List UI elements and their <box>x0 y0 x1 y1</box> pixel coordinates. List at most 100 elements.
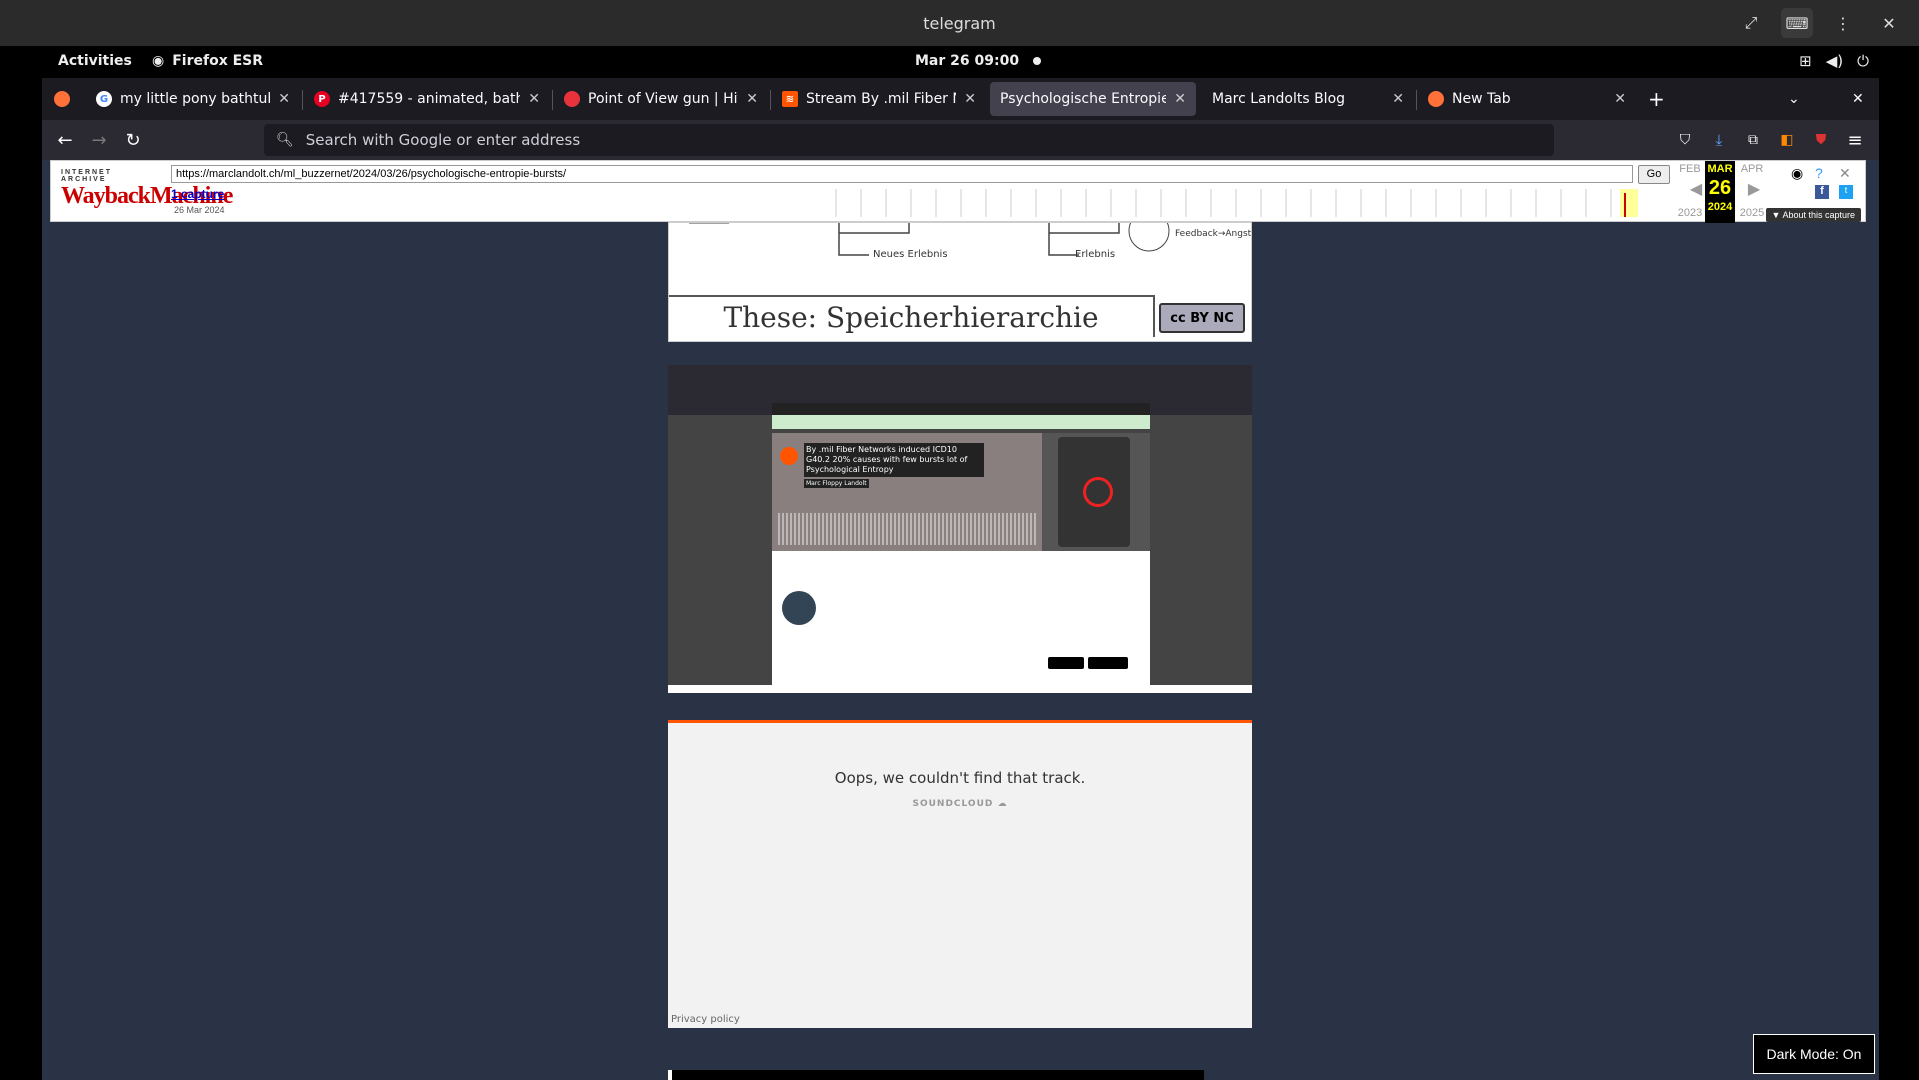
activities-button[interactable]: Activities <box>58 53 132 69</box>
prev-year: 2023 <box>1677 207 1703 219</box>
capture-date: 26 Mar 2024 <box>174 205 225 215</box>
volume-icon: ◀) <box>1825 52 1844 70</box>
sketch-label: Neues Erlebnis <box>873 249 948 260</box>
tab-close-icon[interactable]: ✕ <box>746 91 758 107</box>
tab-3[interactable]: ≋ Stream By .mil Fiber Netw ✕ <box>772 82 986 116</box>
address-bar[interactable]: 🔍︎ Search with Google or enter address <box>264 124 1554 156</box>
track-not-found-message: Oops, we couldn't find that track. <box>834 769 1086 787</box>
prev-capture-arrow-icon[interactable]: ◀ <box>1681 179 1711 199</box>
list-tabs-button[interactable]: ⌄ <box>1778 82 1810 116</box>
window-title: telegram <box>923 13 996 33</box>
navigation-toolbar: ← → ↻ 🔍︎ Search with Google or enter add… <box>42 120 1879 160</box>
tab-5[interactable]: Marc Landolts Blog ✕ <box>1202 82 1414 116</box>
reload-button[interactable]: ↻ <box>120 128 146 152</box>
sketch-drawing <box>689 223 1170 256</box>
tab-4-active[interactable]: Psychologische Entropie Bur ✕ <box>990 82 1196 116</box>
close-browser-button[interactable]: ✕ <box>1842 82 1874 116</box>
tab-close-icon[interactable]: ✕ <box>278 91 290 107</box>
pinterest-icon: P <box>314 91 330 107</box>
wayback-logo[interactable]: INTERNET ARCHIVE WaybackMachine <box>61 169 233 213</box>
extension-icon: ◧ <box>1780 132 1794 148</box>
cc-license-badge: cc BY NC <box>1159 303 1245 333</box>
clock-text: Mar 26 09:00 <box>915 53 1020 69</box>
prev-month[interactable]: FEB <box>1675 163 1705 175</box>
account-icon[interactable]: ◉ <box>1791 165 1803 182</box>
capture-sparkline[interactable] <box>826 189 1651 217</box>
tab-title: my little pony bathtube – <box>120 91 270 107</box>
wayback-logo-main: WaybackMachine <box>61 183 233 209</box>
tab-close-icon[interactable]: ✕ <box>964 91 976 107</box>
firefox-icon <box>1428 91 1444 107</box>
chevron-down-icon: ⌄ <box>1788 91 1800 107</box>
tab-close-icon[interactable]: ✕ <box>528 91 540 107</box>
tab-close-icon[interactable]: ✕ <box>1614 91 1626 107</box>
app-menu[interactable]: ◉ Firefox ESR <box>152 53 263 69</box>
pocket-icon: ⛉ <box>1679 132 1691 148</box>
firefox-view-button[interactable] <box>46 82 78 116</box>
tab-1[interactable]: P #417559 - animated, bath ✕ <box>304 82 550 116</box>
gnome-top-bar: Activities ◉ Firefox ESR Mar 26 09:00 ⊞ … <box>0 46 1919 78</box>
next-embed-top <box>668 1070 1204 1080</box>
power-icon: ⏻ <box>1857 52 1869 70</box>
fullscreen-icon[interactable]: ⤢ <box>1735 8 1767 38</box>
back-button[interactable]: ← <box>52 128 78 152</box>
wayback-url-input[interactable]: https://marclandolt.ch/ml_buzzernet/2024… <box>171 165 1633 183</box>
sketch-label: Feedback→Angst <box>1175 229 1252 239</box>
menu-dots-icon[interactable]: ⋮ <box>1827 8 1859 38</box>
next-capture-arrow-icon[interactable]: ▶ <box>1739 179 1769 199</box>
soundcloud-embed[interactable]: Oops, we couldn't find that track. SOUND… <box>668 720 1252 1028</box>
wayback-go-button[interactable]: Go <box>1638 165 1670 184</box>
tab-0[interactable]: G my little pony bathtube – ✕ <box>86 82 300 116</box>
close-window-icon[interactable]: ✕ <box>1873 8 1905 38</box>
plus-icon: + <box>1648 87 1665 111</box>
soundcloud-brand: SOUNDCLOUD <box>912 799 994 809</box>
about-capture-button[interactable]: ▼ About this capture <box>1765 208 1861 222</box>
tab-title: #417559 - animated, bath <box>338 91 521 107</box>
tab-2[interactable]: Point of View gun | Hitchh ✕ <box>554 82 768 116</box>
next-month[interactable]: APR <box>1737 163 1767 175</box>
app-menu-button[interactable]: ≡ <box>1842 128 1868 152</box>
clock[interactable]: Mar 26 09:00 <box>915 53 1042 69</box>
next-year: 2025 <box>1739 207 1765 219</box>
hamburger-icon: ≡ <box>1847 129 1863 151</box>
tab-close-icon[interactable]: ✕ <box>1392 91 1404 107</box>
tab-title: Psychologische Entropie Bur <box>1000 91 1167 107</box>
facebook-icon[interactable]: f <box>1815 185 1829 199</box>
sketch-image: Neues Erlebnis Erlebnis Feedback→Angst T… <box>668 222 1252 342</box>
downloads-button[interactable]: ⤓ <box>1706 128 1732 152</box>
dark-mode-toggle[interactable]: Dark Mode: On <box>1753 1034 1875 1074</box>
search-icon: 🔍︎ <box>276 132 294 148</box>
soundcloud-logo[interactable]: SOUNDCLOUD ☁ <box>668 799 1252 809</box>
tab-close-icon[interactable]: ✕ <box>1174 91 1186 107</box>
keyboard-icon[interactable]: ⌨ <box>1781 8 1813 38</box>
captures-link[interactable]: 1 capture <box>171 187 224 201</box>
embedded-screenshot: By .mil Fiber Networks induced ICD10 G40… <box>668 365 1252 693</box>
close-icon: ✕ <box>1852 91 1864 107</box>
extensions-button[interactable]: ⧉ <box>1740 128 1766 152</box>
firefox-icon: ◉ <box>152 53 165 69</box>
pocket-button[interactable]: ⛉ <box>1672 128 1698 152</box>
twitter-icon[interactable]: t <box>1839 185 1853 199</box>
tab-bar: G my little pony bathtube – ✕ P #417559 … <box>42 78 1879 120</box>
close-icon[interactable]: ✕ <box>1839 165 1851 182</box>
tab-title: Point of View gun | Hitchh <box>588 91 738 107</box>
puzzle-icon: ⧉ <box>1748 132 1758 148</box>
help-icon[interactable]: ? <box>1815 165 1823 181</box>
fandom-icon <box>564 91 580 107</box>
privacy-policy-link[interactable]: Privacy policy <box>671 1014 740 1025</box>
extension-button[interactable]: ◧ <box>1774 128 1800 152</box>
forward-button[interactable]: → <box>86 128 112 152</box>
embedded-track-title: By .mil Fiber Networks induced ICD10 G40… <box>804 443 984 477</box>
system-tray[interactable]: ⊞ ◀) ⏻ <box>1799 52 1869 70</box>
tab-6[interactable]: New Tab ✕ <box>1418 82 1636 116</box>
firefox-window: G my little pony bathtube – ✕ P #417559 … <box>42 78 1879 1080</box>
new-tab-button[interactable]: + <box>1638 82 1670 116</box>
sketch-title: These: Speicherhierarchie <box>669 295 1155 337</box>
window-titlebar: telegram ⤢ ⌨ ⋮ ✕ <box>0 0 1919 46</box>
page-content[interactable]: Neues Erlebnis Erlebnis Feedback→Angst T… <box>42 160 1879 1080</box>
reload-icon: ↻ <box>125 129 141 151</box>
back-arrow-icon: ← <box>57 129 73 151</box>
embedded-artist: Marc Floppy Landolt <box>804 479 869 488</box>
tab-title: Stream By .mil Fiber Netw <box>806 91 956 107</box>
ublock-button[interactable]: ⛊ <box>1808 128 1834 152</box>
